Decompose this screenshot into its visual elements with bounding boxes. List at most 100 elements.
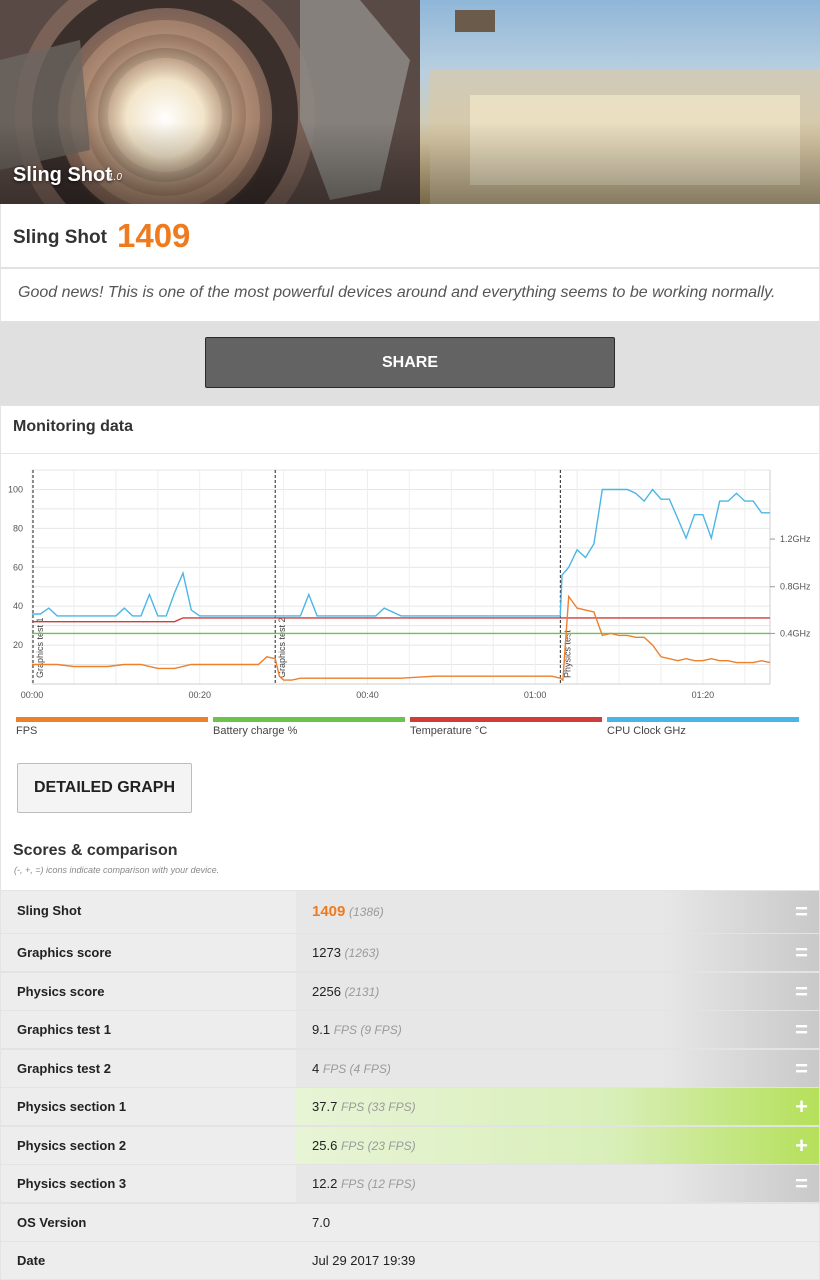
score-row-value-cell: 4 FPS (4 FPS) = <box>296 1050 819 1087</box>
result-message: Good news! This is one of the most power… <box>18 284 776 301</box>
score-row: Graphics score 1273 (1263) = <box>1 934 819 971</box>
score-row-label: Graphics test 1 <box>17 1022 111 1037</box>
x-tick-label: 00:40 <box>356 690 379 700</box>
x-tick-label: 01:00 <box>524 690 547 700</box>
score-card: Sling Shot 1409 <box>1 204 819 268</box>
equals-icon: = <box>795 1056 808 1081</box>
score-row-label: Physics section 3 <box>17 1176 127 1191</box>
score-row-value-cell: 1273 (1263) = <box>296 934 819 971</box>
monitoring-title: Monitoring data <box>13 418 133 435</box>
score-value-main: 37.7 <box>312 1099 338 1114</box>
legend-temperature-label: Temperature °C <box>410 725 488 737</box>
score-row-label: OS Version <box>17 1215 87 1230</box>
legend-cpu-clock-bar <box>607 717 799 722</box>
hero-artwork <box>0 0 820 204</box>
score-row-value-cell: 25.6 FPS (23 FPS) + <box>296 1127 819 1164</box>
monitoring-chart: 20 40 60 80 100 0.4GHz 0.8GHz 1.2GHz 00:00 00:20 0… <box>8 469 811 700</box>
score-row: Physics section 3 12.2 FPS (12 FPS) = <box>1 1165 819 1202</box>
equals-icon: = <box>795 940 808 965</box>
plus-icon: + <box>795 1094 808 1119</box>
legend-battery: Battery charge % <box>213 717 405 737</box>
score-row-value-cell: 12.2 FPS (12 FPS) = <box>296 1165 819 1202</box>
score-value-comparison: (1263) <box>344 946 380 960</box>
detailed-graph-button[interactable]: DETAILED GRAPH <box>17 763 192 813</box>
y-tick-label: 40 <box>13 601 23 611</box>
equals-icon: = <box>795 979 808 1004</box>
score-value-main: Jul 29 2017 19:39 <box>312 1253 416 1268</box>
score-row-value: Jul 29 2017 19:39 <box>312 1242 415 1279</box>
y-tick-label: 100 <box>8 484 23 494</box>
hero-title: Sling Shot <box>13 164 112 186</box>
series-line-temperature-c <box>32 617 770 623</box>
score-value-main: 25.6 <box>312 1138 338 1153</box>
score-row-value: 4 FPS (4 FPS) <box>312 1050 391 1088</box>
score-row-label: Date <box>17 1253 46 1268</box>
x-tick-label: 00:20 <box>188 690 211 700</box>
equals-icon: = <box>795 1171 808 1196</box>
y2-tick-label: 0.8GHz <box>780 582 811 592</box>
result-message-card: Good news! This is one of the most power… <box>1 269 819 321</box>
score-row-value: 25.6 FPS (23 FPS) <box>312 1127 416 1165</box>
y-tick-label: 20 <box>13 640 23 650</box>
score-value-comparison: (1386) <box>349 905 384 919</box>
y2-tick-label: 0.4GHz <box>780 628 811 638</box>
score-row: Graphics test 2 4 FPS (4 FPS) = <box>1 1050 819 1087</box>
score-value-main: 7.0 <box>312 1215 331 1230</box>
score-value-main: 1273 <box>312 945 341 960</box>
score-value-main: 2256 <box>312 984 341 999</box>
legend-cpu-clock-label: CPU Clock GHz <box>607 725 686 737</box>
score-value-main: 9.1 <box>312 1022 331 1037</box>
legend-fps-label: FPS <box>16 725 38 737</box>
score-row: Sling Shot 1409 (1386) = <box>1 891 819 933</box>
score-value-comparison: FPS (33 FPS) <box>340 1100 416 1114</box>
y-tick-label: 80 <box>13 523 23 533</box>
scores-title: Scores & comparison <box>13 842 178 859</box>
score-value: 1409 <box>117 217 191 254</box>
divider <box>1 453 819 454</box>
score-row-value-cell: Jul 29 2017 19:39 <box>296 1242 819 1279</box>
score-value-comparison: FPS (9 FPS) <box>333 1023 402 1037</box>
plus-icon: + <box>795 1133 808 1158</box>
score-value-main: 12.2 <box>312 1176 338 1191</box>
score-row-label: Physics section 1 <box>17 1099 127 1114</box>
score-row-label: Physics score <box>17 984 105 999</box>
score-row-value-cell: 2256 (2131) = <box>296 973 819 1010</box>
score-row-value: 1409 (1386) <box>312 891 384 933</box>
score-value-comparison: (2131) <box>344 985 380 999</box>
score-value-comparison: FPS (4 FPS) <box>322 1062 391 1076</box>
score-row-label: Physics section 2 <box>17 1138 127 1153</box>
score-row: OS Version 7.0 <box>1 1204 819 1241</box>
score-row: Physics score 2256 (2131) = <box>1 973 819 1010</box>
score-value-comparison: FPS (12 FPS) <box>340 1177 416 1191</box>
score-row-value: 12.2 FPS (12 FPS) <box>312 1165 416 1203</box>
score-row-value-cell: 9.1 FPS (9 FPS) = <box>296 1011 819 1048</box>
score-row: Date Jul 29 2017 19:39 <box>1 1242 819 1279</box>
score-row: Physics section 1 37.7 FPS (33 FPS) + <box>1 1088 819 1125</box>
score-row-value: 2256 (2131) <box>312 973 379 1011</box>
share-button[interactable]: SHARE <box>205 337 615 388</box>
score-value-comparison: FPS (23 FPS) <box>340 1139 416 1153</box>
y-tick-label: 60 <box>13 562 23 572</box>
hero-version: 1.0 <box>108 172 122 183</box>
legend-battery-bar <box>213 717 405 722</box>
test-marker-label: Graphics test 2 <box>277 617 287 678</box>
score-row-label: Graphics test 2 <box>17 1061 111 1076</box>
scores-note: (-, +, =) icons indicate comparison with… <box>14 865 220 875</box>
equals-icon: = <box>795 1017 808 1042</box>
score-row-value: 7.0 <box>312 1204 330 1241</box>
equals-icon: = <box>795 899 808 924</box>
score-row-value-cell: 37.7 FPS (33 FPS) + <box>296 1088 819 1125</box>
legend-temperature: Temperature °C <box>410 717 602 737</box>
monitoring-card: Monitoring data 20 40 60 80 100 0.4GHz 0.8GHz 1… <box>1 406 819 890</box>
legend-fps: FPS <box>16 717 208 737</box>
score-row: Graphics test 1 9.1 FPS (9 FPS) = <box>1 1011 819 1048</box>
score-value-main: 1409 <box>312 903 346 920</box>
hero-banner: Sling Shot 1.0 <box>0 0 820 204</box>
score-name: Sling Shot <box>13 227 107 248</box>
score-row-value-cell: 1409 (1386) = <box>296 891 819 933</box>
score-row-value: 9.1 FPS (9 FPS) <box>312 1011 402 1049</box>
x-tick-label: 00:00 <box>21 690 44 700</box>
test-marker-label: Graphics test 1 <box>35 617 45 678</box>
legend-battery-label: Battery charge % <box>213 725 298 737</box>
score-row-value-cell: 7.0 <box>296 1204 819 1241</box>
